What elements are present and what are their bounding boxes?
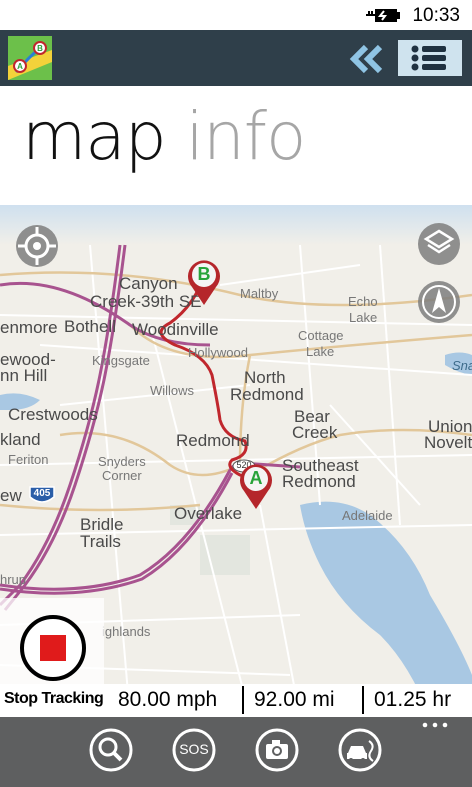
map-label: kland [0,430,41,449]
map-label: Lake [306,344,335,359]
map-label: Trails [80,532,121,551]
locate-target-icon[interactable] [14,223,60,269]
map-label: Creek-39th SE [90,292,202,311]
marker-letter: A [249,468,263,488]
map-label: ighlands [102,624,151,639]
highway-shield-label: 405 [33,488,51,499]
stop-tracking-label: Stop Tracking [4,690,104,707]
search-icon[interactable] [88,727,134,773]
list-menu-icon [411,45,446,71]
map-label: Canyon [119,274,178,293]
route-end-marker[interactable]: B [186,259,222,307]
more-dots-icon[interactable] [422,721,448,729]
app-bar: A B [0,30,472,86]
map-label: nn Hill [0,366,48,385]
status-bar: 10:33 [0,0,472,30]
stats-divider [242,686,244,714]
pivot-tab-map[interactable]: map [22,98,167,175]
list-menu-button[interactable] [398,40,462,76]
map-label: Redmond [176,431,250,450]
pivot-header: map info [22,98,307,175]
tracking-stats: 80.00 mph 92.00 mi 01.25 hr [108,684,472,717]
svg-text:B: B [37,44,43,53]
route-start-marker[interactable]: A [238,463,274,511]
map-label: Kingsgate [92,353,150,368]
map-label: Woodinville [132,320,219,339]
double-chevron-left-icon[interactable] [346,42,386,76]
map-label: ew [0,486,22,505]
map-label: Novelt [424,433,472,452]
camera-icon[interactable] [254,727,300,773]
map-label: Lake [349,310,378,325]
map-label: enmore [0,318,58,337]
map-label: Redmond [230,385,304,404]
speed-value: 80.00 mph [118,688,218,711]
bottom-app-bar: SOS [0,717,472,787]
highway-shield-405: 405 [28,485,56,505]
map-label: Maltby [240,286,279,301]
car-route-icon[interactable] [337,727,383,773]
stats-divider [362,686,364,714]
sos-button[interactable]: SOS [171,727,217,773]
duration-value: 01.25 hr [374,688,452,711]
map-label: Bothell [64,317,116,336]
map-label: Creek [292,423,338,442]
marker-letter: B [197,264,211,284]
map-label: Adelaide [342,508,393,523]
map-label: Redmond [282,472,356,491]
map-label: Corner [102,468,142,483]
compass-north-icon[interactable] [416,279,462,325]
map-label: Hollywood [188,345,248,360]
map-label: Feriton [8,452,49,467]
stop-icon [20,615,86,681]
battery-charging-icon [366,9,400,22]
map-label: Willows [150,383,195,398]
svg-text:A: A [17,62,23,71]
pivot-tab-info[interactable]: info [186,98,307,175]
stop-tracking-button[interactable] [0,598,104,702]
map-label: Sna [452,358,472,373]
map-label: hrup [0,572,27,587]
map-label: Crestwoods [8,405,98,424]
map-route-logo-icon[interactable]: A B [8,36,52,80]
distance-value: 92.00 mi [254,688,335,711]
clock-time: 10:33 [412,5,460,26]
map-label: Overlake [174,504,243,523]
sos-label: SOS [179,741,209,757]
layers-icon[interactable] [416,221,462,267]
